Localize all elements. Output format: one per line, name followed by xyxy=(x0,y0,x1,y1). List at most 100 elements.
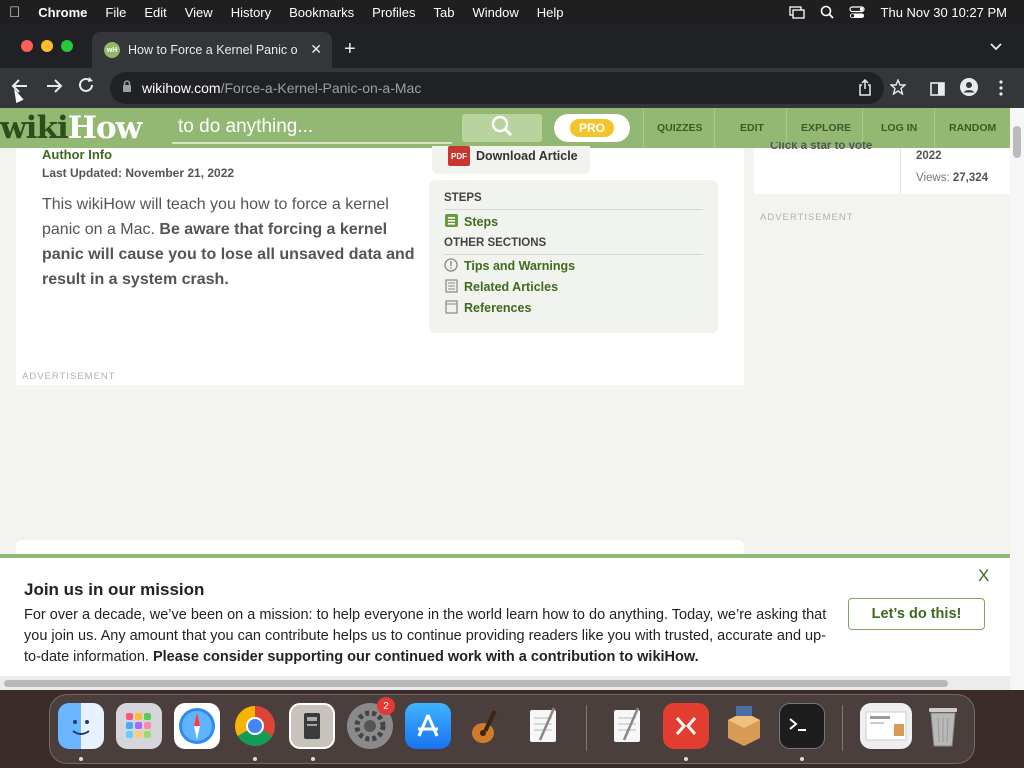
package-installer-icon[interactable] xyxy=(721,703,767,749)
launchpad-icon[interactable] xyxy=(116,703,162,749)
menu-file[interactable]: File xyxy=(96,5,135,20)
author-info-link[interactable]: Author Info xyxy=(42,147,112,162)
web-page-viewport: wikiHow to do anything... PRO QUIZZES ED… xyxy=(0,108,1010,688)
views-stat: Views: 27,324 xyxy=(916,172,988,184)
nav-explore[interactable]: EXPLORE xyxy=(801,122,851,134)
wikihow-favicon-icon: wH xyxy=(104,42,120,58)
menu-chrome[interactable]: Chrome xyxy=(29,5,96,20)
menu-view[interactable]: View xyxy=(176,5,222,20)
tab-active[interactable]: wH How to Force a Kernel Panic on a Mac … xyxy=(92,32,332,68)
toc-item-steps[interactable]: Steps xyxy=(464,215,498,229)
window-zoom-button[interactable] xyxy=(61,40,73,52)
nav-divider xyxy=(934,108,935,148)
chrome-icon[interactable] xyxy=(232,703,278,749)
remote-desktop-icon[interactable] xyxy=(663,703,709,749)
references-icon xyxy=(444,300,458,314)
chrome-menu-kebab-icon[interactable] xyxy=(998,80,1004,101)
nav-quizzes[interactable]: QUIZZES xyxy=(657,122,703,134)
vertical-scrollbar[interactable] xyxy=(1010,108,1024,690)
downloads-stack-icon[interactable] xyxy=(860,703,912,749)
steps-list-icon xyxy=(444,213,458,227)
vote-prompt: Click a star to vote xyxy=(770,142,873,150)
pdf-icon: PDF xyxy=(448,146,470,166)
site-search-input[interactable]: to do anything... xyxy=(172,116,452,144)
views-label: Views: xyxy=(916,172,950,184)
advertisement-label: ADVERTISEMENT xyxy=(22,371,116,382)
nav-random[interactable]: RANDOM xyxy=(949,122,996,134)
garageband-icon[interactable] xyxy=(463,703,509,749)
apple-menu-icon[interactable]:  xyxy=(0,4,29,21)
nav-divider xyxy=(643,108,644,148)
toc-other-heading: OTHER SECTIONS xyxy=(444,237,547,249)
menu-window[interactable]: Window xyxy=(464,5,528,20)
side-panel-icon[interactable] xyxy=(930,80,945,101)
bookmark-star-icon[interactable] xyxy=(889,78,907,100)
new-tab-button[interactable]: + xyxy=(344,38,356,61)
banner-text: For over a decade, we’ve been on a missi… xyxy=(24,605,834,668)
tab-close-icon[interactable]: ✕ xyxy=(310,41,322,58)
screen-mirroring-icon[interactable] xyxy=(782,5,812,19)
menu-tab[interactable]: Tab xyxy=(425,5,464,20)
share-icon[interactable] xyxy=(858,78,872,101)
address-bar[interactable]: wikihow.com/Force-a-Kernel-Panic-on-a-Ma… xyxy=(110,72,884,104)
menu-help[interactable]: Help xyxy=(528,5,573,20)
notification-badge: 2 xyxy=(377,697,395,715)
system-settings-icon[interactable]: 2 xyxy=(347,697,395,749)
last-updated: Last Updated: November 21, 2022 xyxy=(42,166,235,180)
macos-dock: 2 xyxy=(49,694,975,764)
menubar-clock[interactable]: Thu Nov 30 10:27 PM xyxy=(872,5,1024,20)
pro-label: PRO xyxy=(569,119,614,137)
url-host: wikihow.com xyxy=(142,80,221,96)
horizontal-scroll-thumb[interactable] xyxy=(4,680,948,687)
forward-arrow-icon[interactable] xyxy=(44,76,64,101)
toc-item-related-articles[interactable]: Related Articles xyxy=(464,280,558,294)
banner-close-button[interactable]: X xyxy=(978,566,989,586)
finder-icon[interactable] xyxy=(58,703,104,749)
contribute-button[interactable]: Let’s do this! xyxy=(848,598,985,630)
terminal-icon[interactable] xyxy=(779,703,825,749)
control-center-icon[interactable] xyxy=(842,5,872,19)
reload-icon[interactable] xyxy=(77,76,95,99)
lock-icon[interactable] xyxy=(122,80,132,96)
menu-edit[interactable]: Edit xyxy=(135,5,175,20)
sidebar-advertisement-label: ADVERTISEMENT xyxy=(760,212,854,223)
menu-history[interactable]: History xyxy=(222,5,280,20)
textedit-icon[interactable] xyxy=(521,703,567,749)
url-path: /Force-a-Kernel-Panic-on-a-Mac xyxy=(220,80,422,96)
site-search-button[interactable] xyxy=(462,114,542,142)
trash-icon[interactable] xyxy=(920,703,966,749)
updated-year: 2022 xyxy=(916,150,942,162)
banner-title: Join us in our mission xyxy=(24,580,205,599)
tab-search-dropdown-icon[interactable] xyxy=(990,40,1002,54)
warning-circle-icon xyxy=(444,258,458,272)
pro-button[interactable]: PRO xyxy=(554,114,630,142)
vertical-scroll-thumb[interactable] xyxy=(1013,126,1021,158)
search-icon xyxy=(491,115,513,142)
toc-item-tips-warnings[interactable]: Tips and Warnings xyxy=(464,259,575,273)
menu-profiles[interactable]: Profiles xyxy=(363,5,424,20)
system-information-icon[interactable] xyxy=(289,703,335,749)
tab-title: How to Force a Kernel Panic on a Mac xyxy=(128,43,298,57)
banner-text-bold: Please consider supporting our continued… xyxy=(152,649,699,665)
app-store-icon[interactable] xyxy=(405,703,451,749)
download-article-label[interactable]: Download Article xyxy=(476,149,578,163)
spotlight-search-icon[interactable] xyxy=(812,5,842,19)
textedit-document-icon[interactable] xyxy=(605,703,651,749)
window-close-button[interactable] xyxy=(21,40,33,52)
support-banner: Join us in our mission For over a decade… xyxy=(0,554,1010,686)
toc-divider xyxy=(444,254,703,255)
article-info-card xyxy=(754,148,1010,194)
horizontal-scrollbar[interactable] xyxy=(0,676,1010,690)
toc-steps-heading: STEPS xyxy=(444,192,482,204)
nav-divider xyxy=(714,108,715,148)
profile-avatar-icon[interactable] xyxy=(960,78,978,101)
toc-item-references[interactable]: References xyxy=(464,301,531,315)
article-intro: This wikiHow will teach you how to force… xyxy=(42,192,422,292)
menu-bookmarks[interactable]: Bookmarks xyxy=(280,5,363,20)
nav-edit[interactable]: EDIT xyxy=(740,122,764,134)
wikihow-logo[interactable]: wikiHow xyxy=(0,110,142,146)
toc-divider xyxy=(444,209,703,210)
safari-icon[interactable] xyxy=(174,703,220,749)
nav-log-in[interactable]: LOG IN xyxy=(881,122,917,134)
window-minimize-button[interactable] xyxy=(41,40,53,52)
